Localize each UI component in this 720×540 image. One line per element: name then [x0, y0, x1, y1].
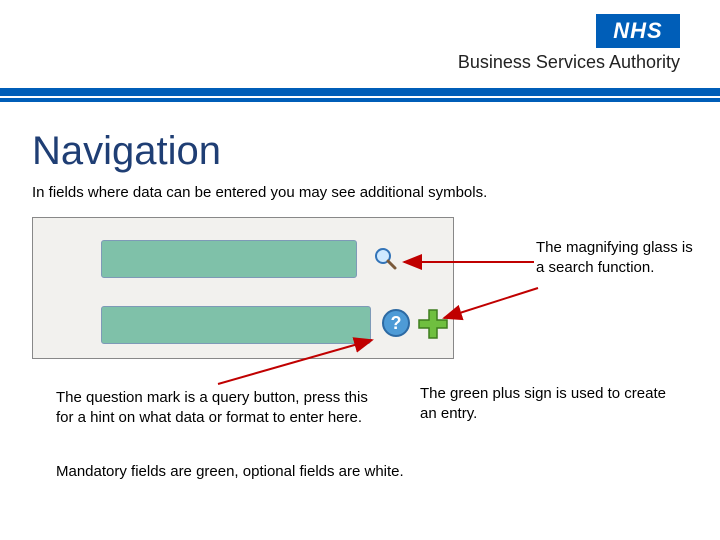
- caption-question: The question mark is a query button, pre…: [56, 388, 386, 427]
- caption-magnifier: The magnifying glass is a search functio…: [536, 238, 696, 277]
- caption-plus: The green plus sign is used to create an…: [420, 384, 670, 423]
- caption-mandatory: Mandatory fields are green, optional fie…: [56, 462, 656, 482]
